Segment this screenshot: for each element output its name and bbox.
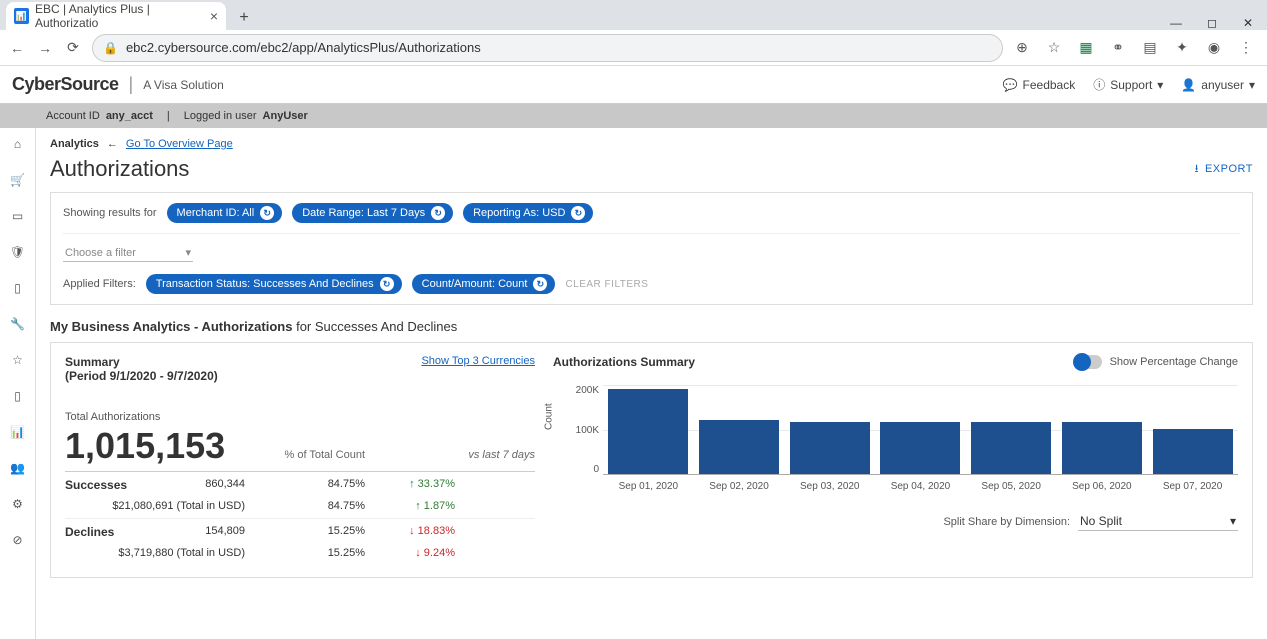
chart-title: Authorizations Summary	[553, 355, 695, 369]
chip-daterange[interactable]: Date Range: Last 7 Days↻	[292, 203, 453, 223]
chat-icon: 💬	[1003, 78, 1018, 92]
x-tick: Sep 07, 2020	[1163, 481, 1223, 492]
side-nav: ⌂ 🛒 ▭ 🛡 ▯ 🔧 ☆ ▯ 📊 👥 ⚙ ⊘	[0, 128, 36, 639]
bar	[1062, 422, 1142, 474]
chip-status[interactable]: Transaction Status: Successes And Declin…	[146, 274, 402, 294]
account-strip: Account ID any_acct | Logged in user Any…	[0, 104, 1267, 128]
chart: 200K 100K 0 Count	[553, 385, 1238, 475]
chevron-down-icon: ▾	[185, 246, 191, 259]
new-tab-button[interactable]: +	[232, 6, 256, 30]
zoom-icon[interactable]: ⊕	[1013, 39, 1031, 56]
brand-logo: CyberSource	[12, 74, 119, 95]
clear-filters[interactable]: CLEAR FILTERS	[565, 279, 648, 290]
help-icon: ⓘ	[1093, 76, 1105, 93]
pct-change-toggle[interactable]	[1074, 355, 1102, 369]
x-tick: Sep 03, 2020	[800, 481, 860, 492]
browser-toolbar: ← → ⟳ 🔒 ebc2.cybersource.com/ebc2/app/An…	[0, 30, 1267, 66]
feedback-link[interactable]: 💬 Feedback	[1003, 78, 1076, 92]
x-tick: Sep 05, 2020	[981, 481, 1041, 492]
download-icon: ⭳	[1195, 160, 1199, 179]
address-bar[interactable]: 🔒 ebc2.cybersource.com/ebc2/app/Analytic…	[92, 34, 1003, 62]
chip-remove-icon[interactable]: ↻	[260, 206, 274, 220]
star-icon[interactable]: ☆	[1045, 39, 1063, 56]
window-controls: — ◻ ✕	[1169, 12, 1267, 30]
bar	[971, 422, 1051, 474]
device-icon[interactable]: ▯	[8, 278, 28, 298]
brand-tagline: A Visa Solution	[143, 78, 224, 92]
filter-dropdown[interactable]: Choose a filter ▾	[63, 244, 193, 262]
x-tick: Sep 06, 2020	[1072, 481, 1132, 492]
wallet-icon[interactable]: ▭	[8, 206, 28, 226]
profile-icon[interactable]: ◉	[1205, 39, 1223, 56]
support-dropdown[interactable]: ⓘ Support ▾	[1093, 76, 1163, 93]
shield-icon[interactable]: 🛡	[8, 242, 28, 262]
logged-user: AnyUser	[263, 110, 308, 122]
summary-period: (Period 9/1/2020 - 9/7/2020)	[65, 369, 218, 383]
top-currencies-link[interactable]: Show Top 3 Currencies	[421, 355, 535, 367]
home-icon[interactable]: ⌂	[8, 134, 28, 154]
doc-icon[interactable]: ▯	[8, 386, 28, 406]
bar	[699, 420, 779, 474]
data-panel: Summary (Period 9/1/2020 - 9/7/2020) Sho…	[50, 342, 1253, 578]
close-icon[interactable]: ×	[210, 8, 218, 24]
summary-table: Successes 860,344 84.75% ↑ 33.37% $21,08…	[65, 471, 535, 565]
globe-icon[interactable]: ⊘	[8, 530, 28, 550]
chip-remove-icon[interactable]: ↻	[533, 277, 547, 291]
chip-remove-icon[interactable]: ↻	[571, 206, 585, 220]
chevron-down-icon: ▾	[1249, 78, 1255, 92]
chip-remove-icon[interactable]: ↻	[431, 206, 445, 220]
chip-remove-icon[interactable]: ↻	[380, 277, 394, 291]
tab-title: EBC | Analytics Plus | Authorizatio	[35, 2, 204, 30]
split-dropdown[interactable]: No Split▾	[1078, 512, 1238, 531]
url-text: ebc2.cybersource.com/ebc2/app/AnalyticsP…	[126, 40, 481, 55]
summary-title: Summary	[65, 355, 218, 369]
x-tick: Sep 04, 2020	[891, 481, 951, 492]
ext-icon-3[interactable]: ▤	[1141, 39, 1159, 56]
maximize-icon[interactable]: ◻	[1205, 16, 1219, 30]
account-id: any_acct	[106, 110, 153, 122]
x-tick: Sep 01, 2020	[619, 481, 679, 492]
wrench-icon[interactable]: 🔧	[8, 314, 28, 334]
cart-icon[interactable]: 🛒	[8, 170, 28, 190]
export-button[interactable]: ⭳ EXPORT	[1195, 160, 1253, 179]
browser-tab[interactable]: 📊 EBC | Analytics Plus | Authorizatio ×	[6, 2, 226, 30]
bar	[790, 422, 870, 474]
bar	[880, 422, 960, 474]
ext-icon-2[interactable]: ⚭	[1109, 39, 1127, 56]
ext-icon-1[interactable]: ▦	[1077, 39, 1095, 56]
chevron-down-icon: ▾	[1157, 78, 1163, 92]
chart-nav-icon[interactable]: 📊	[8, 422, 28, 442]
reload-icon[interactable]: ⟳	[64, 39, 82, 56]
user-icon: 👤	[1181, 78, 1196, 92]
bar	[608, 389, 688, 475]
row-declines: Declines 154,809 15.25% ↓ 18.83%	[65, 518, 535, 545]
lock-icon: 🔒	[103, 41, 118, 55]
chevron-down-icon: ▾	[1230, 514, 1236, 528]
browser-tab-strip: 📊 EBC | Analytics Plus | Authorizatio × …	[0, 0, 1267, 30]
kebab-icon[interactable]: ⋮	[1237, 39, 1255, 56]
user-menu[interactable]: 👤 anyuser ▾	[1181, 78, 1255, 92]
people-icon[interactable]: 👥	[8, 458, 28, 478]
minimize-icon[interactable]: —	[1169, 16, 1183, 30]
forward-icon[interactable]: →	[36, 40, 54, 56]
breadcrumb: Analytics ← Go To Overview Page	[50, 138, 1253, 150]
tab-favicon: 📊	[14, 8, 29, 24]
chip-count[interactable]: Count/Amount: Count↻	[412, 274, 556, 294]
gear-icon[interactable]: ⚙	[8, 494, 28, 514]
row-successes: Successes 860,344 84.75% ↑ 33.37%	[65, 472, 535, 498]
bar	[1153, 429, 1233, 474]
overview-link[interactable]: Go To Overview Page	[126, 138, 233, 150]
x-tick: Sep 02, 2020	[709, 481, 769, 492]
extensions-icon[interactable]: ✦	[1173, 39, 1191, 56]
star-nav-icon[interactable]: ☆	[8, 350, 28, 370]
close-window-icon[interactable]: ✕	[1241, 16, 1255, 30]
back-icon[interactable]: ←	[8, 40, 26, 56]
page-title: Authorizations	[50, 156, 189, 182]
section-heading: My Business Analytics - Authorizations f…	[50, 319, 1253, 334]
app-header: CyberSource | A Visa Solution 💬 Feedback…	[0, 66, 1267, 104]
chip-reporting[interactable]: Reporting As: USD↻	[463, 203, 593, 223]
chip-merchant[interactable]: Merchant ID: All↻	[167, 203, 283, 223]
filter-panel: Showing results for Merchant ID: All↻ Da…	[50, 192, 1253, 305]
total-label: Total Authorizations	[65, 411, 535, 423]
